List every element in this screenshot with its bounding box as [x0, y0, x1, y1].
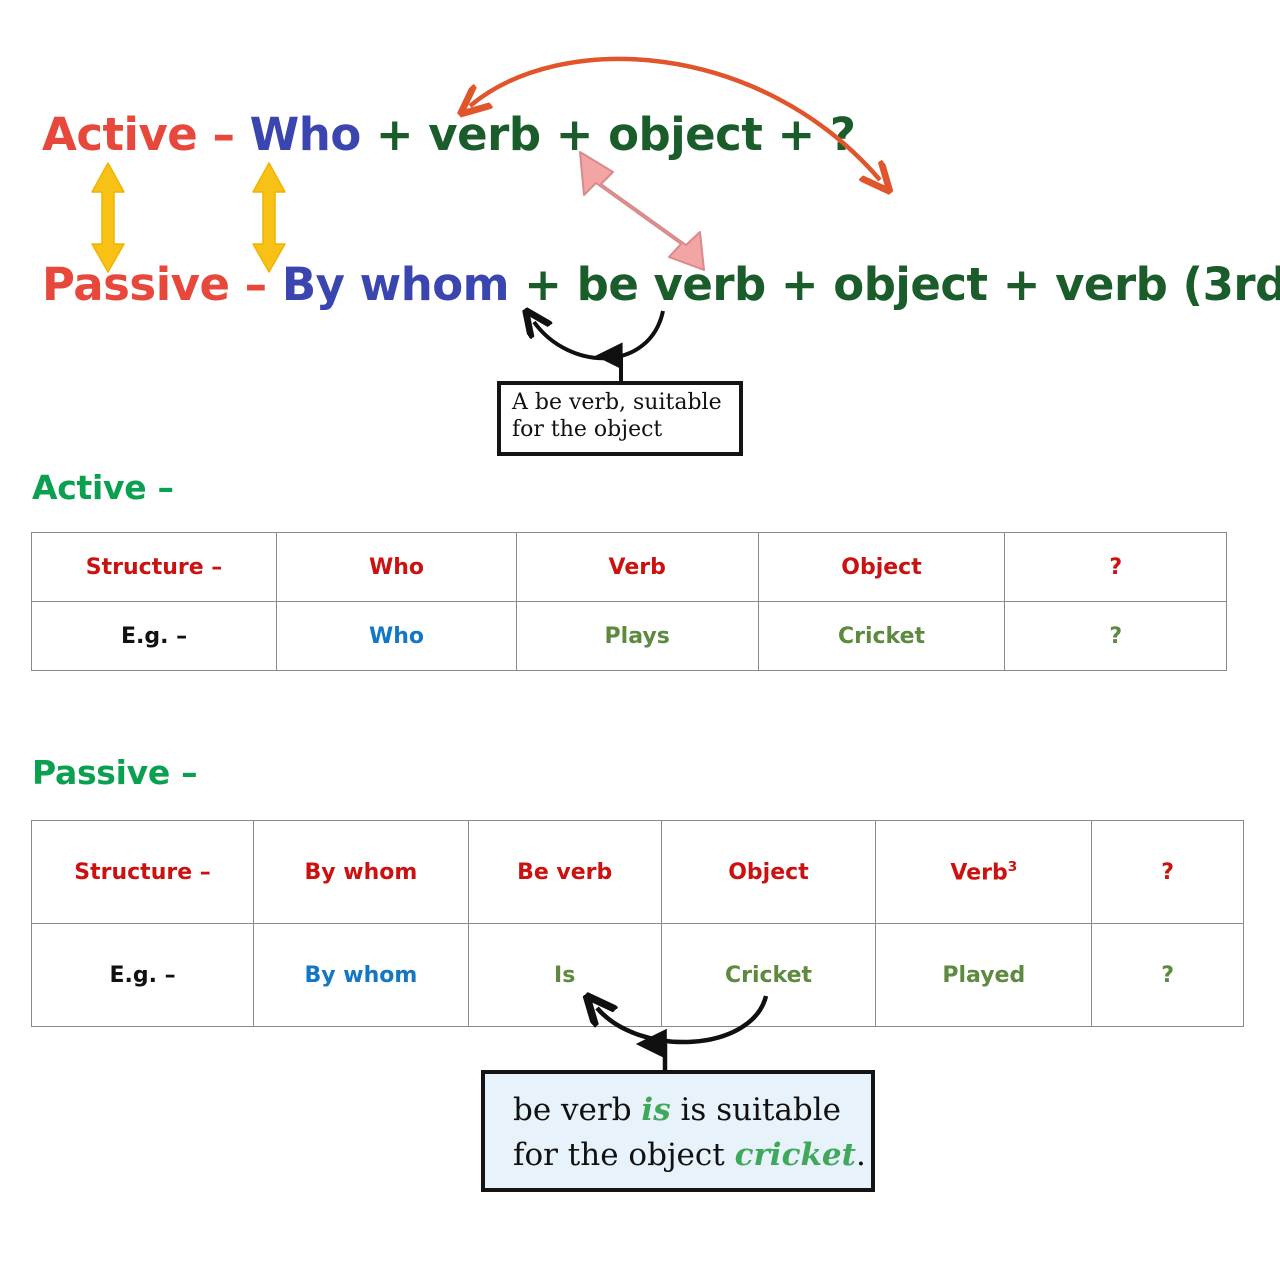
active-structure-cell-1: Verb — [515, 532, 759, 602]
table-row: E.g. – By whom Is Cricket Played ? — [30, 923, 1244, 1027]
passive-structure-cell-1: Be verb — [467, 820, 662, 924]
passive-verb-text: Verb — [950, 860, 1008, 886]
active-eg-cell-0: Who — [276, 601, 517, 671]
passive-structure-label: Structure – — [30, 820, 255, 924]
active-eg-cell-1: Plays — [515, 601, 759, 671]
callout-be-verb-example-note: be verb is is suitable for the object cr… — [481, 1070, 875, 1192]
active-structure-label: Structure – — [30, 532, 278, 602]
active-structure-cell-0: Who — [276, 532, 517, 602]
passive-structure-cell-0: By whom — [253, 820, 469, 924]
active-label: Active — [42, 108, 198, 161]
diagram-canvas: Active – Who + verb + object + ? Passive… — [0, 0, 1280, 1280]
active-eg-cell-2: Cricket — [757, 601, 1006, 671]
black-curve-top — [534, 311, 665, 361]
passive-dash: – — [244, 258, 268, 311]
gold-double-arrow-label — [91, 162, 125, 273]
section-heading-passive: Passive – — [32, 753, 198, 792]
active-structure-cell-3: ? — [1004, 532, 1227, 602]
passive-eg-cell-4: ? — [1091, 923, 1244, 1027]
passive-structure-cell-3: Verb3 — [875, 820, 1093, 924]
passive-eg-cell-1: Is — [467, 923, 662, 1027]
callout-bottom-part3: for the object — [513, 1136, 735, 1173]
active-eg-cell-3: ? — [1004, 601, 1227, 671]
section-heading-active: Active – — [32, 468, 174, 507]
callout-bottom-line2: for the object cricket. — [513, 1133, 871, 1178]
passive-rest: + be verb + object + verb (3rd form) + ? — [524, 258, 1280, 311]
passive-eg-label: E.g. – — [30, 923, 255, 1027]
gold-double-arrow-subject — [252, 162, 286, 273]
pink-double-arrow — [579, 151, 705, 271]
passive-subject: By whom — [281, 258, 510, 311]
callout-bottom-part1: be verb — [513, 1092, 642, 1128]
callout-top-line1: A be verb, suitable — [512, 390, 722, 415]
active-dash: – — [212, 108, 235, 161]
callout-bottom-part2: is suitable — [670, 1092, 842, 1128]
table-row: Structure – By whom Be verb Object Verb3… — [30, 820, 1244, 924]
active-formula-line: Active – Who + verb + object + ? — [42, 108, 856, 161]
active-voice-table: Structure – Who Verb Object ? E.g. – Who… — [30, 532, 1227, 671]
passive-eg-cell-2: Cricket — [660, 923, 877, 1027]
passive-label: Passive — [42, 258, 230, 311]
callout-bottom-part4: . — [855, 1136, 866, 1173]
callout-be-verb-note: A be verb, suitable for the object — [497, 381, 743, 456]
passive-structure-cell-2: Object — [660, 820, 877, 924]
passive-eg-cell-3: Played — [875, 923, 1093, 1027]
callout-top-line2: for the object — [512, 416, 663, 442]
active-subject: Who — [249, 108, 362, 161]
passive-voice-table: Structure – By whom Be verb Object Verb3… — [30, 820, 1244, 1027]
passive-formula-line: Passive – By whom + be verb + object + v… — [42, 258, 1280, 311]
table-row: Structure – Who Verb Object ? — [30, 532, 1227, 602]
active-rest: + verb + object + ? — [375, 108, 856, 161]
callout-bottom-em-is: is — [641, 1092, 671, 1128]
passive-structure-cell-4: ? — [1091, 820, 1244, 924]
table-row: E.g. – Who Plays Cricket ? — [30, 601, 1227, 671]
callout-bottom-line1: be verb is is suitable — [513, 1088, 871, 1133]
active-eg-label: E.g. – — [30, 601, 278, 671]
active-structure-cell-2: Object — [757, 532, 1006, 602]
callout-bottom-em-cricket: cricket — [734, 1136, 856, 1173]
verb-superscript: 3 — [1007, 858, 1018, 875]
passive-eg-cell-0: By whom — [253, 923, 469, 1027]
